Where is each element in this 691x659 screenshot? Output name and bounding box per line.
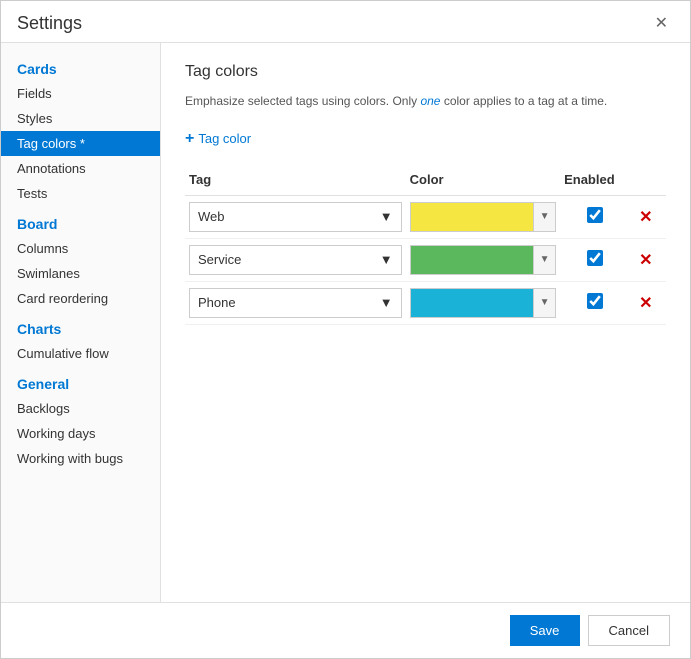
col-header-color: Color [406,168,560,196]
delete-button-1[interactable]: ✕ [633,205,658,229]
add-tag-label: Tag color [198,131,251,146]
sidebar-item-backlogs[interactable]: Backlogs [1,396,160,421]
table-row: Web ▼ ▼ ✕ [185,195,666,238]
color-arrow-icon[interactable]: ▼ [533,288,555,318]
dialog-title: Settings [17,13,82,34]
sidebar-item-card-reordering[interactable]: Card reordering [1,286,160,311]
enabled-checkbox-2[interactable] [587,250,603,266]
tag-table: Tag Color Enabled Web ▼ ▼ ✕ Service ▼ ▼ ✕ Phone ▼… [185,168,666,325]
content-title: Tag colors [185,63,666,81]
sidebar-item-tag-colors[interactable]: Tag colors * [1,131,160,156]
sidebar-item-swimlanes[interactable]: Swimlanes [1,261,160,286]
color-swatch [411,203,533,231]
tag-dropdown-1[interactable]: Web ▼ [189,202,402,232]
sidebar-item-cumulative-flow[interactable]: Cumulative flow [1,341,160,366]
col-header-tag: Tag [185,168,406,196]
tag-label: Phone [198,295,236,310]
tag-dropdown-2[interactable]: Service ▼ [189,245,402,275]
delete-button-3[interactable]: ✕ [633,291,658,315]
col-header-del [629,168,666,196]
settings-dialog: Settings ✕ CardsFieldsStylesTag colors *… [0,0,691,659]
sidebar-item-working-with-bugs[interactable]: Working with bugs [1,446,160,471]
sidebar-item-fields[interactable]: Fields [1,81,160,106]
delete-button-2[interactable]: ✕ [633,248,658,272]
enabled-checkbox-1[interactable] [587,207,603,223]
plus-icon: + [185,130,194,148]
color-swatch [411,246,533,274]
enabled-checkbox-3[interactable] [587,293,603,309]
table-row: Service ▼ ▼ ✕ [185,238,666,281]
sidebar-item-tests[interactable]: Tests [1,181,160,206]
dialog-header: Settings ✕ [1,1,690,42]
cancel-button[interactable]: Cancel [588,615,670,646]
sidebar-section-title: General [1,366,160,396]
sidebar-item-columns[interactable]: Columns [1,236,160,261]
sidebar: CardsFieldsStylesTag colors *Annotations… [1,43,161,602]
tag-label: Service [198,252,241,267]
close-button[interactable]: ✕ [649,14,674,34]
description: Emphasize selected tags using colors. On… [185,93,666,110]
dropdown-arrow-icon: ▼ [380,295,393,310]
description-highlight: one [420,94,440,108]
color-arrow-icon[interactable]: ▼ [533,202,555,232]
add-tag-button[interactable]: + Tag color [185,126,251,152]
sidebar-section-title: Cards [1,51,160,81]
table-row: Phone ▼ ▼ ✕ [185,281,666,324]
save-button[interactable]: Save [510,615,580,646]
color-dropdown-1[interactable]: ▼ [410,202,556,232]
col-header-enabled: Enabled [560,168,629,196]
dialog-body: CardsFieldsStylesTag colors *Annotations… [1,42,690,602]
dialog-footer: Save Cancel [1,602,690,658]
color-swatch [411,289,533,317]
description-prefix: Emphasize selected tags using colors. On… [185,94,420,108]
sidebar-item-annotations[interactable]: Annotations [1,156,160,181]
sidebar-item-styles[interactable]: Styles [1,106,160,131]
sidebar-section-title: Charts [1,311,160,341]
description-suffix: color applies to a tag at a time. [440,94,607,108]
color-arrow-icon[interactable]: ▼ [533,245,555,275]
content-area: Tag colors Emphasize selected tags using… [161,43,690,602]
tag-label: Web [198,209,225,224]
dropdown-arrow-icon: ▼ [380,252,393,267]
sidebar-section-title: Board [1,206,160,236]
color-dropdown-3[interactable]: ▼ [410,288,556,318]
dropdown-arrow-icon: ▼ [380,209,393,224]
color-dropdown-2[interactable]: ▼ [410,245,556,275]
sidebar-item-working-days[interactable]: Working days [1,421,160,446]
tag-dropdown-3[interactable]: Phone ▼ [189,288,402,318]
